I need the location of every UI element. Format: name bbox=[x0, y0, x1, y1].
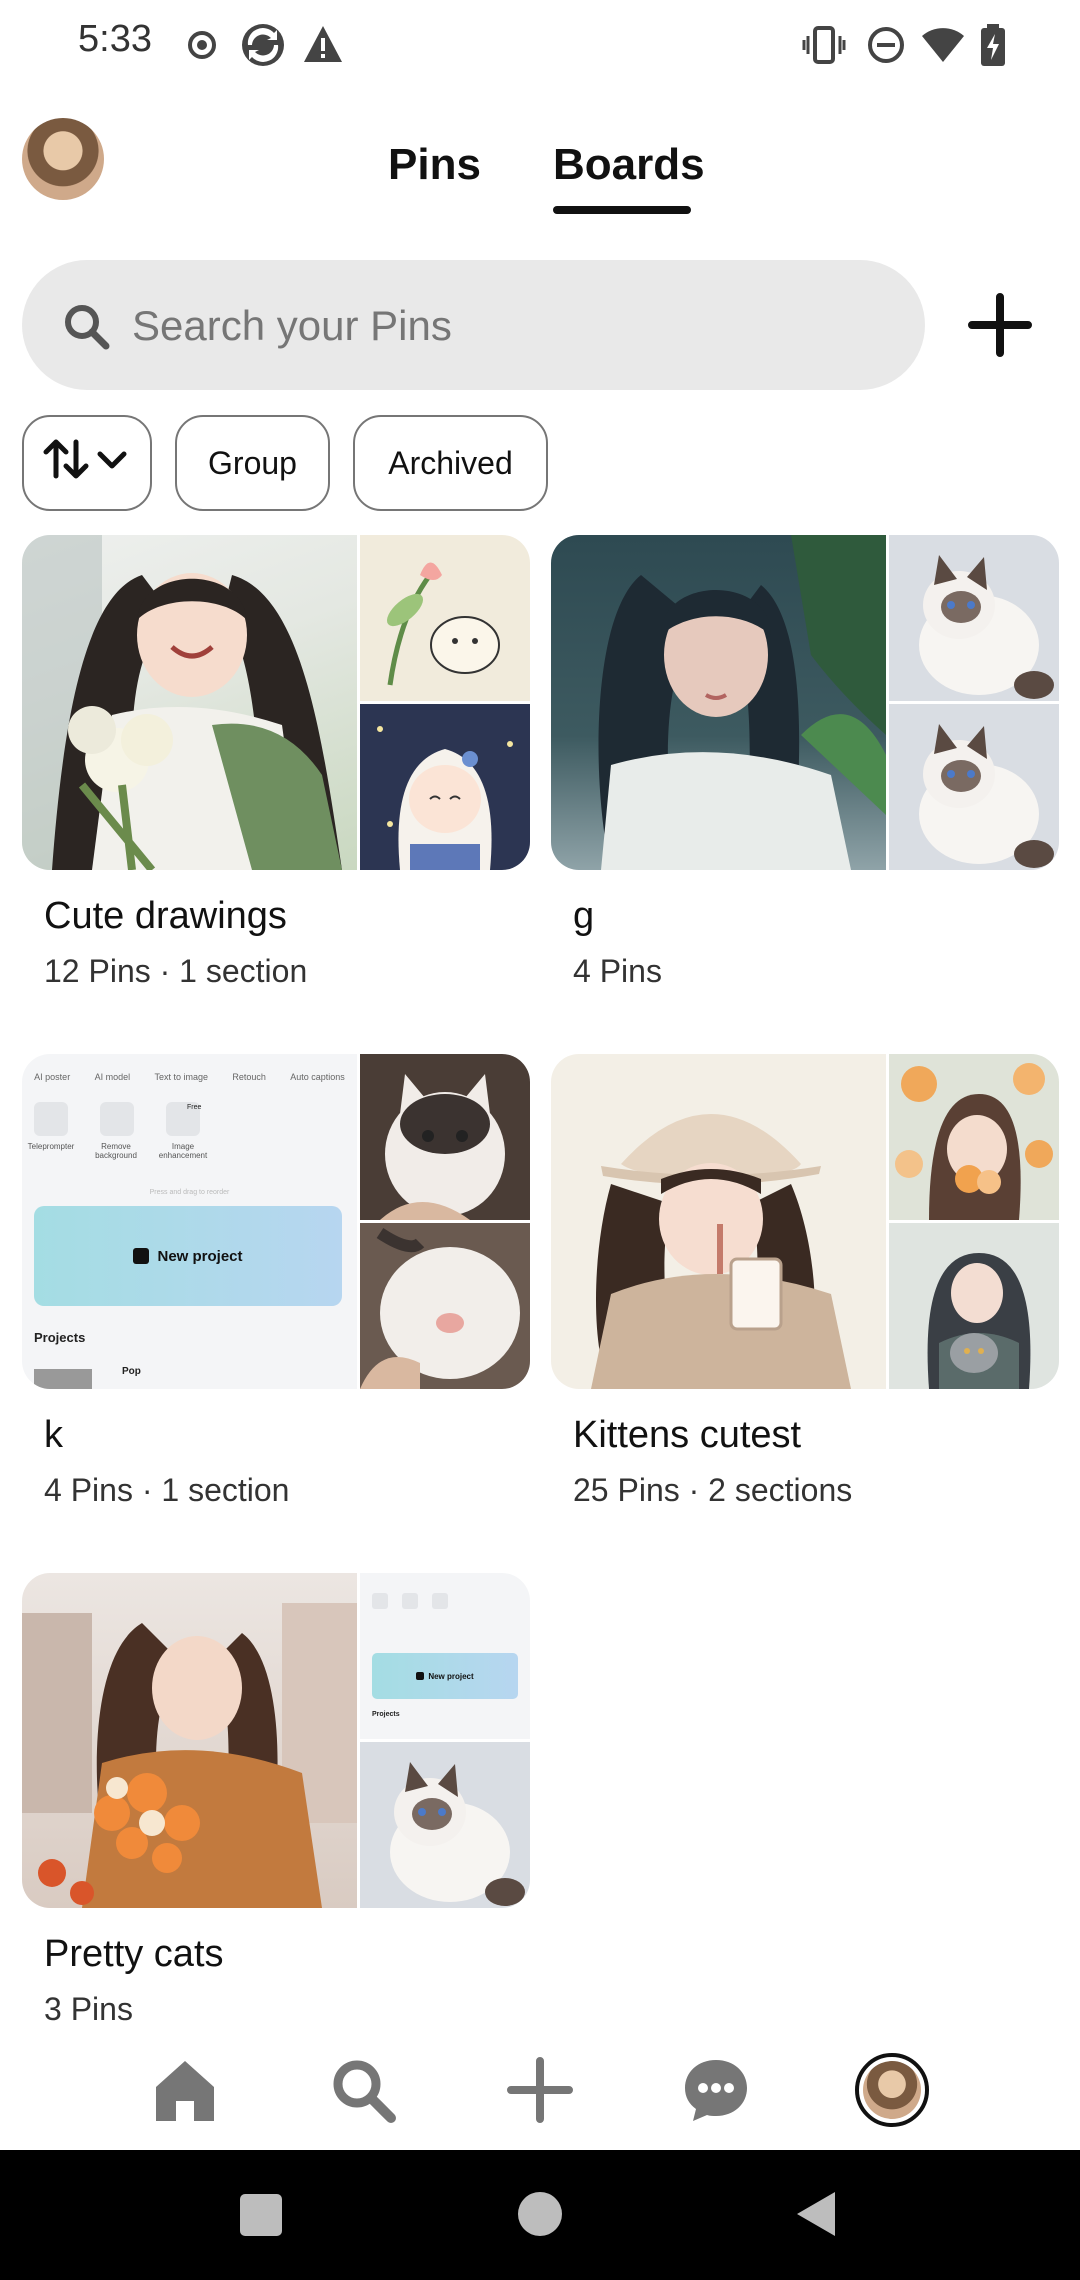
group-filter-chip[interactable]: Group bbox=[175, 415, 330, 511]
sort-button[interactable] bbox=[22, 415, 152, 511]
cover-image bbox=[22, 1573, 357, 1908]
back-button[interactable] bbox=[795, 2190, 837, 2243]
cover-image bbox=[22, 535, 357, 870]
cover-section-text: Projects bbox=[34, 1330, 86, 1345]
sync-icon bbox=[240, 22, 286, 73]
cover-image bbox=[889, 1223, 1059, 1389]
board-title: g bbox=[573, 895, 595, 937]
cover-tab-text: AI model bbox=[94, 1072, 131, 1082]
board-meta: 4 Pins bbox=[573, 953, 662, 989]
board-card[interactable]: Cute drawings 12 Pins · 1 section bbox=[22, 535, 530, 989]
cover-tab-text: Auto captions bbox=[290, 1072, 345, 1082]
cover-tab-text: AI poster bbox=[34, 1072, 71, 1082]
cover-cta-text: New project bbox=[428, 1671, 474, 1681]
board-cover bbox=[551, 1054, 1059, 1389]
cover-tab-text: Text to image bbox=[154, 1072, 208, 1082]
cover-image bbox=[360, 1742, 530, 1908]
board-card[interactable]: New project Projects Pretty cats 3 Pins bbox=[22, 1573, 530, 2027]
battery-charging-icon bbox=[978, 22, 1008, 73]
cover-image bbox=[889, 1054, 1059, 1220]
board-meta: 4 Pins · 1 section bbox=[44, 1472, 290, 1508]
messages-icon[interactable] bbox=[676, 2050, 756, 2130]
vibrate-icon bbox=[802, 22, 846, 73]
board-title: Kittens cutest bbox=[573, 1414, 802, 1456]
board-title: Pretty cats bbox=[44, 1933, 224, 1975]
board-title: Cute drawings bbox=[44, 895, 287, 937]
cover-tool-text: Remove background bbox=[95, 1142, 137, 1160]
cover-image: New project Projects bbox=[360, 1573, 530, 1739]
cover-badge-text: Free bbox=[187, 1104, 202, 1111]
record-icon bbox=[186, 22, 218, 73]
cover-image bbox=[360, 535, 530, 701]
search-input[interactable]: Search your Pins bbox=[22, 260, 925, 390]
search-icon bbox=[62, 302, 110, 355]
cover-image: AI poster AI model Text to image Retouch… bbox=[22, 1054, 357, 1389]
cover-item-text: Pop bbox=[122, 1366, 141, 1377]
board-card[interactable]: g 4 Pins bbox=[551, 535, 1059, 989]
profile-image bbox=[863, 2061, 921, 2119]
warning-icon bbox=[302, 22, 344, 73]
cover-hint-text: Press and drag to reorder bbox=[149, 1189, 230, 1196]
search-placeholder: Search your Pins bbox=[132, 302, 452, 349]
board-cover bbox=[22, 535, 530, 870]
system-nav-bar bbox=[0, 2150, 1080, 2280]
cover-cta-text: New project bbox=[157, 1247, 243, 1265]
recents-button[interactable] bbox=[240, 2194, 282, 2236]
board-meta: 12 Pins · 1 section bbox=[44, 953, 308, 989]
create-icon[interactable] bbox=[500, 2050, 580, 2130]
cover-section-text: Projects bbox=[372, 1711, 400, 1718]
archived-filter-chip[interactable]: Archived bbox=[353, 415, 548, 511]
board-card[interactable]: Kittens cutest 25 Pins · 2 sections bbox=[551, 1054, 1059, 1508]
board-cover: New project Projects bbox=[22, 1573, 530, 1908]
tab-boards[interactable]: Boards bbox=[553, 140, 705, 190]
board-card[interactable]: AI poster AI model Text to image Retouch… bbox=[22, 1054, 530, 1508]
search-icon[interactable] bbox=[323, 2050, 403, 2130]
tab-pins[interactable]: Pins bbox=[388, 140, 481, 190]
do-not-disturb-icon bbox=[866, 22, 906, 73]
cover-image bbox=[360, 704, 530, 870]
sort-arrows-icon bbox=[42, 434, 132, 492]
board-title: k bbox=[44, 1414, 63, 1456]
cover-image bbox=[889, 535, 1059, 701]
cover-image bbox=[551, 535, 886, 870]
cover-image bbox=[889, 704, 1059, 870]
status-time: 5:33 bbox=[78, 18, 152, 60]
bottom-nav bbox=[0, 2030, 1080, 2150]
tab-selected-indicator bbox=[553, 206, 691, 214]
avatar[interactable] bbox=[22, 118, 104, 200]
board-meta: 3 Pins bbox=[44, 1991, 133, 2027]
cover-tab-text: Retouch bbox=[232, 1072, 266, 1082]
home-icon[interactable] bbox=[145, 2050, 225, 2130]
profile-ring bbox=[855, 2053, 929, 2127]
wifi-icon bbox=[920, 22, 966, 73]
status-bar: 5:33 bbox=[0, 0, 1080, 90]
cover-tool-text: Teleprompter bbox=[27, 1142, 75, 1151]
board-cover bbox=[551, 535, 1059, 870]
board-meta: 25 Pins · 2 sections bbox=[573, 1472, 853, 1508]
cover-tool-text: Image enhancement bbox=[158, 1142, 208, 1160]
board-cover: AI poster AI model Text to image Retouch… bbox=[22, 1054, 530, 1389]
cover-image bbox=[360, 1054, 530, 1220]
home-button[interactable] bbox=[518, 2192, 562, 2236]
profile-avatar[interactable] bbox=[852, 2050, 932, 2130]
cover-image bbox=[360, 1223, 530, 1389]
add-board-button[interactable] bbox=[960, 285, 1040, 365]
cover-image bbox=[551, 1054, 886, 1389]
